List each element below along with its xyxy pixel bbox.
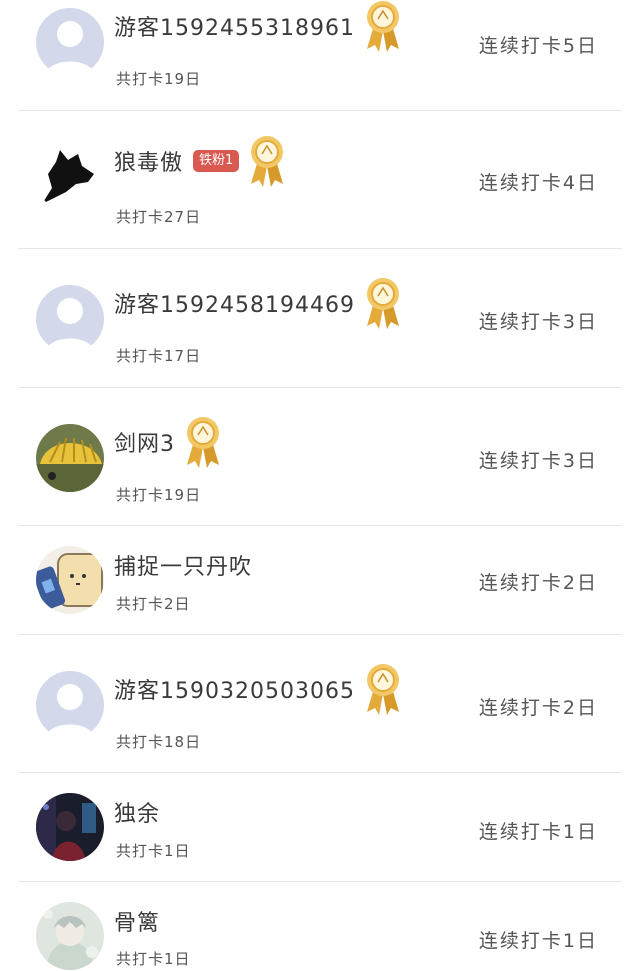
- medal-icon: [183, 415, 223, 469]
- user-name[interactable]: 游客1592458194469: [114, 287, 355, 319]
- total-checkin-days: 共打卡27日: [116, 208, 202, 226]
- fan-level-badge: 铁粉1: [193, 150, 240, 172]
- default-avatar[interactable]: [36, 671, 104, 739]
- dark-photo-avatar[interactable]: [36, 793, 104, 861]
- medal-icon: [247, 134, 287, 188]
- medal-icon: [363, 0, 403, 53]
- default-avatar[interactable]: [36, 8, 104, 76]
- list-item[interactable]: 游客1592455318961 共打卡19日 连续打卡5日: [0, 0, 640, 111]
- user-name[interactable]: 狼毒傲: [114, 145, 183, 177]
- streak-days: 连续打卡5日: [478, 35, 598, 57]
- user-name[interactable]: 游客1592455318961: [114, 10, 355, 42]
- streak-days: 连续打卡3日: [478, 311, 598, 333]
- list-item[interactable]: 骨篱 共打卡1日 连续打卡1日: [0, 882, 640, 971]
- anime-avatar[interactable]: [36, 902, 104, 970]
- default-avatar[interactable]: [36, 285, 104, 353]
- user-name[interactable]: 游客1590320503065: [114, 673, 355, 705]
- list-item[interactable]: 游客1592458194469 共打卡17日 连续打卡3日: [0, 249, 640, 388]
- streak-days: 连续打卡2日: [478, 572, 598, 594]
- cartoon-avatar[interactable]: [36, 546, 104, 614]
- streak-days: 连续打卡2日: [478, 697, 598, 719]
- list-item[interactable]: 捕捉一只丹吹 共打卡2日 连续打卡2日: [0, 526, 640, 635]
- total-checkin-days: 共打卡2日: [116, 595, 191, 613]
- streak-days: 连续打卡4日: [478, 172, 598, 194]
- medal-icon: [363, 662, 403, 716]
- medal-icon: [363, 276, 403, 330]
- list-item[interactable]: 狼毒傲 铁粉1 共打卡27日 连续打卡4日: [0, 111, 640, 249]
- user-name[interactable]: 捕捉一只丹吹: [114, 549, 252, 581]
- total-checkin-days: 共打卡18日: [116, 733, 202, 751]
- checkin-ranking-list: 游客1592455318961 共打卡19日 连续打卡5日 狼毒傲 铁粉1 共打…: [0, 0, 640, 971]
- total-checkin-days: 共打卡17日: [116, 347, 202, 365]
- total-checkin-days: 共打卡1日: [116, 842, 191, 860]
- total-checkin-days: 共打卡19日: [116, 70, 202, 88]
- list-item[interactable]: 独余 共打卡1日 连续打卡1日: [0, 773, 640, 882]
- list-item[interactable]: 剑网3 共打卡19日 连续打卡3日: [0, 388, 640, 526]
- streak-days: 连续打卡1日: [478, 930, 598, 952]
- total-checkin-days: 共打卡19日: [116, 486, 202, 504]
- user-name[interactable]: 骨篱: [114, 905, 160, 937]
- list-item[interactable]: 游客1590320503065 共打卡18日 连续打卡2日: [0, 635, 640, 773]
- streak-days: 连续打卡3日: [478, 450, 598, 472]
- streak-days: 连续打卡1日: [478, 821, 598, 843]
- shell-avatar[interactable]: [36, 424, 104, 492]
- black-fox-avatar[interactable]: [36, 144, 104, 212]
- user-name[interactable]: 独余: [114, 796, 160, 828]
- total-checkin-days: 共打卡1日: [116, 950, 191, 968]
- user-name[interactable]: 剑网3: [114, 426, 175, 458]
